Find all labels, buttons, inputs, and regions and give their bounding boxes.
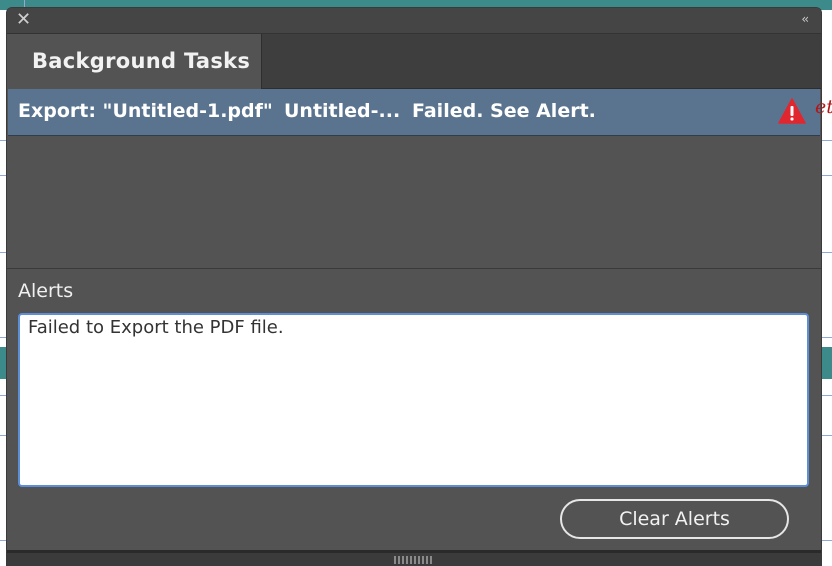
resize-grip-icon[interactable] (394, 556, 432, 564)
close-icon[interactable]: ✕ (16, 11, 32, 29)
clear-alerts-button[interactable]: Clear Alerts (560, 499, 789, 539)
alert-message: Failed to Export the PDF file. (28, 317, 284, 338)
alerts-label: Alerts (18, 280, 74, 302)
panel-tabbar: Background Tasks (7, 34, 821, 89)
tab-background-tasks[interactable]: Background Tasks (7, 34, 262, 89)
task-name: Export: "Untitled-1.pdf" (18, 100, 273, 122)
task-document: Untitled-... (284, 100, 401, 122)
panel-titlebar[interactable]: ✕ ‹‹ (7, 8, 821, 34)
alerts-textarea[interactable]: Failed to Export the PDF file. (18, 313, 809, 487)
task-list[interactable]: Export: "Untitled-1.pdf" Untitled-... Fa… (8, 89, 820, 267)
canvas-text-fragment: et (815, 96, 832, 118)
panel-bottom-bar (7, 550, 821, 566)
task-status: Failed. See Alert. (412, 100, 596, 122)
warning-icon[interactable] (778, 98, 806, 124)
section-divider (7, 268, 821, 269)
background-tasks-panel: ✕ ‹‹ Background Tasks Export: "Untitled-… (7, 8, 821, 566)
task-row[interactable]: Export: "Untitled-1.pdf" Untitled-... Fa… (8, 89, 820, 136)
collapse-panel-icon[interactable]: ‹‹ (801, 12, 808, 26)
